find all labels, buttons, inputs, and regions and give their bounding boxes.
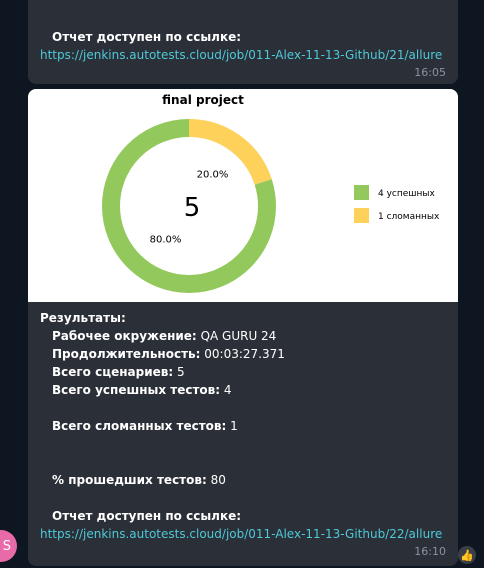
- slice-label: 20.0%: [197, 170, 229, 181]
- report-link[interactable]: https://jenkins.autotests.cloud/job/011-…: [40, 46, 442, 64]
- avatar[interactable]: S: [0, 530, 17, 562]
- donut-chart: final project 5 20.0% 80.0% 4 успешных 1 с…: [102, 93, 440, 293]
- message-time: 16:05: [414, 66, 446, 79]
- chart-image[interactable]: final project 5 20.0% 80.0% 4 успешных 1 с…: [28, 89, 458, 302]
- thumbs-up-reaction[interactable]: 👍: [458, 546, 476, 564]
- legend-label: 1 сломанных: [378, 212, 440, 222]
- passed-row: Всего успешных тестов: 4: [52, 383, 232, 397]
- report-link[interactable]: https://jenkins.autotests.cloud/job/011-…: [40, 525, 470, 543]
- results-title: Результаты:: [40, 311, 126, 325]
- legend-swatch: [354, 208, 369, 223]
- env-row: Рабочее окружение: QA GURU 24: [52, 329, 277, 343]
- chart-title: final project: [162, 93, 244, 107]
- legend-swatch: [354, 185, 369, 200]
- message-bubble-previous: Отчет доступен по ссылке: https://jenkin…: [28, 0, 458, 84]
- scenarios-row: Всего сценариев: 5: [52, 365, 185, 379]
- report-label: Отчет доступен по ссылке:: [52, 30, 242, 44]
- duration-row: Продолжительность: 00:03:27.371: [52, 347, 285, 361]
- slice-label: 80.0%: [150, 234, 182, 245]
- percent-row: % прошедших тестов: 80: [52, 473, 226, 487]
- message-time: 16:10: [414, 545, 446, 558]
- broken-row: Всего сломанных тестов: 1: [52, 419, 238, 433]
- report-label: Отчет доступен по ссылке:: [52, 509, 242, 523]
- message-bubble-results: final project 5 20.0% 80.0% 4 успешных 1 с…: [28, 89, 458, 566]
- legend-label: 4 успешных: [378, 189, 436, 199]
- chart-center-label: 5: [184, 193, 201, 223]
